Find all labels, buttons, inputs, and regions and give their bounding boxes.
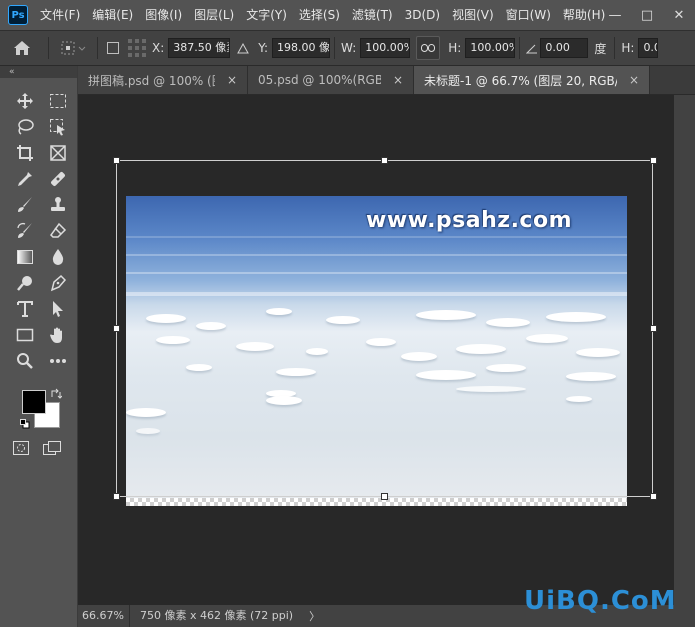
more-tools-icon[interactable] <box>41 348 74 374</box>
menu-edit[interactable]: 编辑(E) <box>86 0 139 30</box>
quick-mask-icon[interactable] <box>12 440 30 459</box>
clone-stamp-tool-icon[interactable] <box>41 192 74 218</box>
menu-filter[interactable]: 滤镜(T) <box>346 0 399 30</box>
transform-handle-top[interactable] <box>381 157 388 164</box>
toolbar-bottom <box>12 440 77 459</box>
menu-select[interactable]: 选择(S) <box>293 0 346 30</box>
link-icon[interactable] <box>416 36 441 60</box>
watermark-text: www.psahz.com <box>366 208 573 233</box>
reference-grid-icon <box>124 38 150 58</box>
brush-tool-icon[interactable] <box>8 192 41 218</box>
transform-handle-top-right[interactable] <box>650 157 657 164</box>
menu-window[interactable]: 窗口(W) <box>500 0 557 30</box>
separator <box>519 37 521 59</box>
tool-grid <box>8 88 77 374</box>
home-icon[interactable] <box>0 40 44 56</box>
healing-brush-tool-icon[interactable] <box>41 166 74 192</box>
screen-mode-icon[interactable] <box>42 440 62 459</box>
color-swatches <box>18 388 64 432</box>
height-field[interactable]: 100.00% <box>465 38 516 58</box>
zoom-tool-icon[interactable] <box>8 348 41 374</box>
site-watermark-logo: UiBQ.CoM <box>524 586 677 616</box>
reference-checkbox[interactable] <box>102 42 124 54</box>
separator <box>334 37 336 59</box>
minimize-button[interactable]: — <box>599 0 631 30</box>
rectangle-tool-icon[interactable] <box>8 322 41 348</box>
transform-handle-top-left[interactable] <box>113 157 120 164</box>
pen-tool-icon[interactable] <box>41 270 74 296</box>
collapse-toolbar-button[interactable]: « <box>0 66 77 78</box>
photoshop-logo: Ps <box>8 5 28 25</box>
h-skew-field[interactable]: 0.00 <box>638 38 659 58</box>
transparent-area <box>126 498 627 506</box>
canvas-image[interactable]: www.psahz.com <box>126 196 627 498</box>
h-skew-label: H: <box>621 41 635 55</box>
separator <box>48 37 49 59</box>
x-label: X: <box>152 41 165 55</box>
maximize-button[interactable]: □ <box>631 0 663 30</box>
transform-handle-right[interactable] <box>650 325 657 332</box>
menu-bar: Ps 文件(F) 编辑(E) 图像(I) 图层(L) 文字(Y) 选择(S) 滤… <box>0 0 695 30</box>
object-select-tool-icon[interactable] <box>41 114 74 140</box>
gradient-tool-icon[interactable] <box>8 244 41 270</box>
menu-layer[interactable]: 图层(L) <box>188 0 240 30</box>
angle-field[interactable]: 0.00 <box>540 38 589 58</box>
tab-title: 05.psd @ 100%(RGB/8... <box>258 73 381 87</box>
type-tool-icon[interactable] <box>8 296 41 322</box>
swap-colors-icon[interactable] <box>50 388 63 403</box>
separator <box>97 37 98 59</box>
menu-image[interactable]: 图像(I) <box>139 0 188 30</box>
eraser-tool-icon[interactable] <box>41 218 74 244</box>
y-label: Y: <box>258 41 269 55</box>
hand-tool-icon[interactable] <box>41 322 74 348</box>
tools-panel: « <box>0 66 78 627</box>
crop-tool-icon[interactable] <box>8 140 41 166</box>
foreground-color-swatch[interactable] <box>22 390 46 414</box>
width-field[interactable]: 100.00% <box>360 38 411 58</box>
transform-handle-bottom-left[interactable] <box>113 493 120 500</box>
separator <box>614 37 616 59</box>
menu-3d[interactable]: 3D(D) <box>399 0 446 30</box>
x-position-field[interactable]: 387.50 像素 <box>168 38 231 58</box>
tab-document-3[interactable]: 未标题-1 @ 66.7% (图层 20, RGB/8#) * × <box>414 66 650 94</box>
blur-tool-icon[interactable] <box>41 244 74 270</box>
reference-point-icon[interactable] <box>53 40 93 56</box>
status-menu-arrow[interactable]: 〉 <box>309 608 320 624</box>
close-tab-icon[interactable]: × <box>629 73 639 87</box>
close-tab-icon[interactable]: × <box>393 73 403 87</box>
path-select-tool-icon[interactable] <box>41 296 74 322</box>
w-label: W: <box>341 41 357 55</box>
tab-title: 未标题-1 @ 66.7% (图层 20, RGB/8#) * <box>424 73 617 88</box>
document-tabs: 拼图稿.psd @ 100% (图层 ... × 05.psd @ 100%(R… <box>78 66 695 95</box>
tab-document-1[interactable]: 拼图稿.psd @ 100% (图层 ... × <box>78 66 248 94</box>
angle-unit: 度 <box>594 41 607 56</box>
close-window-button[interactable]: ✕ <box>663 0 695 30</box>
frame-tool-icon[interactable] <box>41 140 74 166</box>
transform-handle-bottom[interactable] <box>381 493 388 500</box>
dodge-tool-icon[interactable] <box>8 270 41 296</box>
window-controls: — □ ✕ <box>599 0 695 30</box>
transform-handle-left[interactable] <box>113 325 120 332</box>
history-brush-tool-icon[interactable] <box>8 218 41 244</box>
options-bar: X: 387.50 像素 Y: 198.00 像素 W: 100.00% H: … <box>0 30 695 66</box>
close-tab-icon[interactable]: × <box>227 73 237 87</box>
move-tool-icon[interactable] <box>8 88 41 114</box>
tab-document-2[interactable]: 05.psd @ 100%(RGB/8... × <box>248 66 414 94</box>
menu-type[interactable]: 文字(Y) <box>240 0 293 30</box>
menu-view[interactable]: 视图(V) <box>446 0 500 30</box>
default-colors-icon[interactable] <box>20 418 30 429</box>
menu-file[interactable]: 文件(F) <box>34 0 86 30</box>
delta-icon[interactable] <box>230 42 256 54</box>
y-position-field[interactable]: 198.00 像素 <box>272 38 331 58</box>
vertical-scrollbar[interactable] <box>674 95 695 605</box>
transform-handle-bottom-right[interactable] <box>650 493 657 500</box>
marquee-tool-icon[interactable] <box>41 88 74 114</box>
zoom-level[interactable]: 66.67% <box>78 605 130 627</box>
angle-icon <box>524 43 540 54</box>
lasso-tool-icon[interactable] <box>8 114 41 140</box>
h-label: H: <box>448 41 462 55</box>
eyedropper-tool-icon[interactable] <box>8 166 41 192</box>
document-info: 750 像素 x 462 像素 (72 ppi) <box>140 609 294 622</box>
tab-title: 拼图稿.psd @ 100% (图层 ... <box>88 73 215 88</box>
